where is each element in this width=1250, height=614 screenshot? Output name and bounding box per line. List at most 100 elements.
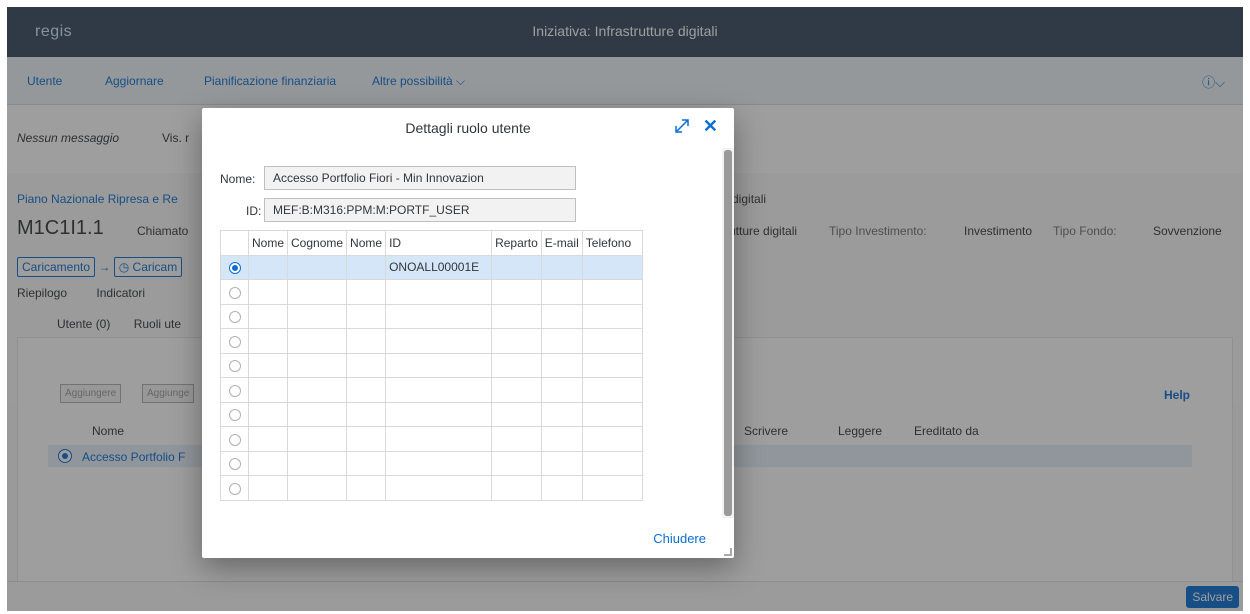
close-icon[interactable]: ✕	[703, 116, 718, 137]
row-radio[interactable]	[228, 458, 241, 471]
row-radio[interactable]	[228, 262, 241, 275]
table-cell	[385, 279, 493, 305]
col-header[interactable]: E-mail	[540, 230, 583, 256]
table-cell	[346, 401, 387, 427]
col-header[interactable]: Reparto	[491, 230, 542, 256]
resize-handle[interactable]	[724, 548, 732, 556]
table-row[interactable]	[220, 450, 643, 476]
table-cell	[491, 401, 542, 427]
row-select-cell[interactable]	[220, 450, 249, 476]
row-select-cell[interactable]	[220, 254, 249, 280]
table-cell	[247, 328, 289, 354]
table-cell	[491, 328, 542, 354]
table-cell	[540, 328, 583, 354]
table-header-row: Nome Cognome Nome ID Reparto E-mail Tele…	[220, 230, 643, 256]
table-cell: ONOALL00001E	[385, 254, 493, 280]
table-cell	[346, 303, 387, 329]
table-cell	[491, 426, 542, 452]
table-cell	[385, 377, 493, 403]
table-row[interactable]	[220, 475, 643, 501]
dialog-title: Dettagli ruolo utente	[405, 120, 531, 136]
table-cell	[287, 475, 348, 501]
table-cell	[346, 426, 387, 452]
table-cell	[385, 352, 493, 378]
table-cell	[491, 377, 542, 403]
row-radio[interactable]	[228, 433, 241, 446]
table-row[interactable]: ONOALL00001E	[220, 254, 643, 280]
dialog-scrollbar[interactable]	[722, 148, 734, 518]
scroll-thumb[interactable]	[724, 150, 732, 516]
table-cell	[287, 254, 348, 280]
row-select-cell[interactable]	[220, 352, 249, 378]
table-cell	[581, 303, 643, 329]
table-cell	[247, 475, 289, 501]
table-cell	[581, 352, 643, 378]
row-select-cell[interactable]	[220, 426, 249, 452]
col-header[interactable]: Nome	[247, 230, 289, 256]
id-label: ID:	[246, 204, 262, 218]
table-cell	[287, 401, 348, 427]
table-row[interactable]	[220, 377, 643, 403]
row-select-cell[interactable]	[220, 279, 249, 305]
col-select	[220, 230, 249, 256]
col-header[interactable]: ID	[385, 230, 493, 256]
table-row[interactable]	[220, 401, 643, 427]
row-select-cell[interactable]	[220, 401, 249, 427]
table-cell	[491, 279, 542, 305]
table-row[interactable]	[220, 328, 643, 354]
table-row[interactable]	[220, 352, 643, 378]
table-cell	[287, 377, 348, 403]
table-cell	[385, 475, 493, 501]
row-radio[interactable]	[228, 286, 241, 299]
row-select-cell[interactable]	[220, 328, 249, 354]
table-row[interactable]	[220, 426, 643, 452]
row-select-cell[interactable]	[220, 475, 249, 501]
table-cell	[385, 426, 493, 452]
close-button[interactable]: Chiudere	[653, 531, 706, 546]
role-details-dialog: Dettagli ruolo utente ✕ Nome: Accesso Po…	[202, 108, 734, 558]
row-radio[interactable]	[228, 409, 241, 422]
table-cell	[346, 279, 387, 305]
table-cell	[385, 450, 493, 476]
row-radio[interactable]	[228, 482, 241, 495]
row-radio[interactable]	[228, 311, 241, 324]
row-radio[interactable]	[228, 360, 241, 373]
table-cell	[491, 303, 542, 329]
table-row[interactable]	[220, 279, 643, 305]
col-header[interactable]: Telefono	[581, 230, 643, 256]
table-cell	[581, 401, 643, 427]
id-input[interactable]: MEF:B:M316:PPM:M:PORTF_USER	[264, 198, 576, 222]
table-cell	[346, 352, 387, 378]
col-header[interactable]: Nome	[346, 230, 387, 256]
table-cell	[581, 426, 643, 452]
table-cell	[247, 377, 289, 403]
table-cell	[540, 352, 583, 378]
table-cell	[540, 426, 583, 452]
table-cell	[540, 450, 583, 476]
table-cell	[287, 328, 348, 354]
table-cell	[247, 254, 289, 280]
row-select-cell[interactable]	[220, 377, 249, 403]
nome-input[interactable]: Accesso Portfolio Fiori - Min Innovazion	[264, 166, 576, 190]
table-cell	[287, 450, 348, 476]
table-cell	[491, 254, 542, 280]
table-row[interactable]	[220, 303, 643, 329]
table-cell	[346, 328, 387, 354]
users-table: Nome Cognome Nome ID Reparto E-mail Tele…	[220, 230, 643, 501]
col-header[interactable]: Cognome	[287, 230, 348, 256]
row-select-cell[interactable]	[220, 303, 249, 329]
row-radio[interactable]	[228, 335, 241, 348]
table-cell	[247, 450, 289, 476]
table-cell	[581, 279, 643, 305]
nome-label: Nome:	[220, 172, 256, 186]
expand-icon[interactable]	[674, 118, 690, 134]
table-cell	[581, 450, 643, 476]
table-cell	[385, 401, 493, 427]
table-cell	[247, 426, 289, 452]
table-cell	[581, 254, 643, 280]
row-radio[interactable]	[228, 384, 241, 397]
table-cell	[287, 303, 348, 329]
table-cell	[247, 279, 289, 305]
table-cell	[581, 475, 643, 501]
table-cell	[346, 377, 387, 403]
